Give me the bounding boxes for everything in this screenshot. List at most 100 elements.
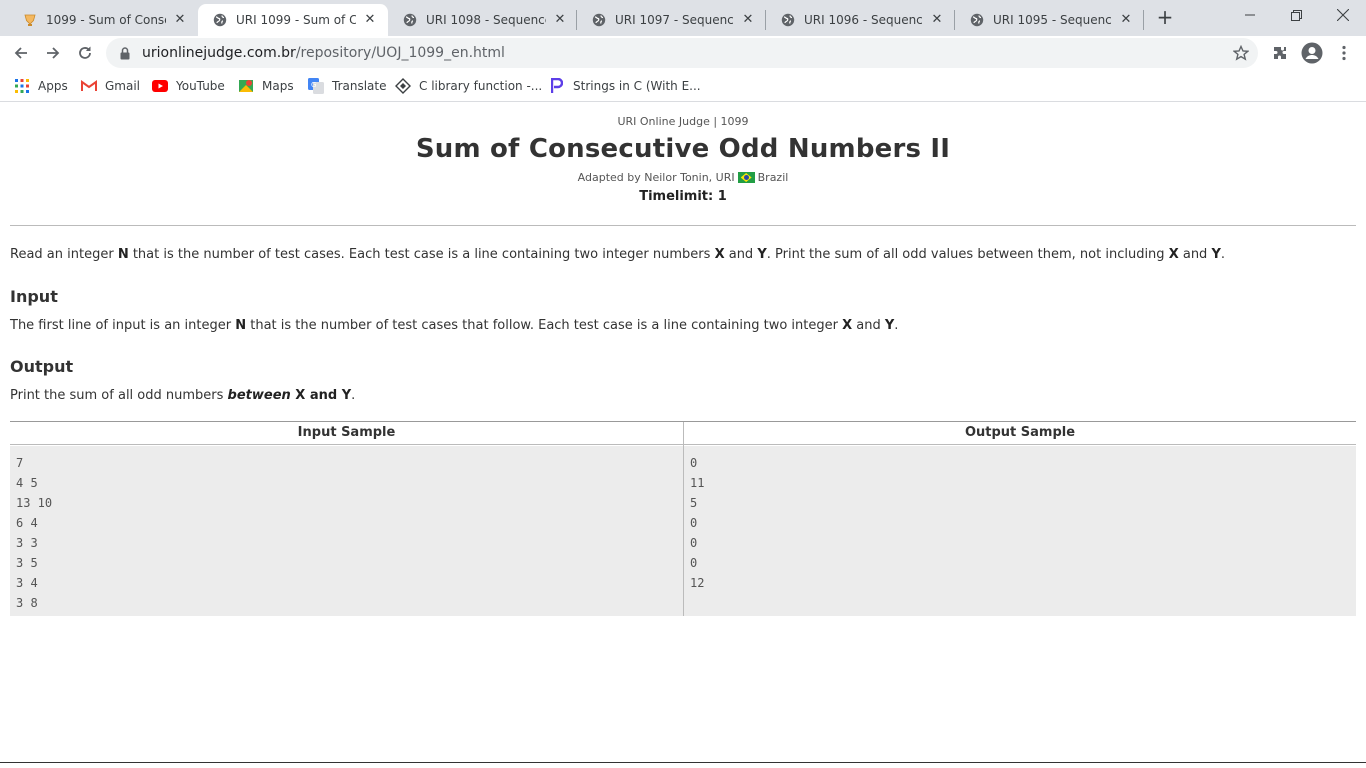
minimize-icon (1245, 14, 1255, 16)
bookmark-gmail[interactable]: Gmail (81, 76, 140, 96)
desc-text: . Print the sum of all odd values betwee… (766, 247, 1169, 262)
desc-text: and (1178, 247, 1212, 262)
input-var-n: N (235, 318, 247, 333)
bookmark-label: C library function -... (419, 79, 543, 93)
bookmark-strings-in-c[interactable]: Strings in C (With E... (549, 76, 701, 96)
bookmark-label: Maps (262, 79, 294, 93)
bookmark-star-icon[interactable] (1232, 44, 1250, 62)
output-text: Print the sum of all odd numbers (10, 388, 228, 403)
extensions-icon[interactable] (1267, 40, 1293, 66)
close-tab-icon[interactable]: ✕ (362, 12, 378, 28)
tab-title: URI 1099 - Sum of Cons (236, 13, 356, 27)
browser-toolbar: urionlinejudge.com.br/repository/UOJ_109… (0, 36, 1366, 70)
input-var-x: X (842, 318, 853, 333)
bookmark-maps[interactable]: Maps (238, 76, 294, 96)
close-window-button[interactable] (1320, 0, 1366, 30)
input-text: The first line of input is an integer (10, 318, 236, 333)
output-emphasis: between (227, 388, 291, 403)
bookmark-label: YouTube (176, 79, 225, 93)
tab-uri-1097[interactable]: URI 1097 - Sequence IJ ✕ (577, 4, 766, 36)
lock-icon (118, 46, 132, 60)
restore-icon (1290, 9, 1302, 21)
bookmark-apps[interactable]: Apps (14, 76, 68, 96)
programiz-icon (549, 78, 565, 94)
forward-button[interactable] (40, 40, 66, 66)
page-title: Sum of Consecutive Odd Numbers II (415, 134, 951, 164)
tab-uri-1096[interactable]: URI 1096 - Sequence IJ ✕ (766, 4, 955, 36)
new-tab-button[interactable]: + (1153, 6, 1177, 30)
profile-avatar-icon[interactable] (1299, 40, 1325, 66)
bookmark-c-library[interactable]: C library function -... (395, 76, 542, 96)
adapted-text: Adapted by Neilor Tonin, URI (577, 171, 735, 184)
desc-text: . (1220, 247, 1226, 262)
close-tab-icon[interactable]: ✕ (1118, 12, 1134, 28)
back-button[interactable] (8, 40, 34, 66)
output-var-x: X (290, 388, 306, 403)
tab-strip: 1099 - Sum of Consecu ✕ URI 1099 - Sum o… (0, 0, 1366, 36)
reload-button[interactable] (72, 40, 98, 66)
trophy-icon (22, 12, 38, 28)
output-sample-content: 0 11 5 0 0 0 12 (690, 456, 705, 590)
globe-icon (402, 12, 418, 28)
globe-icon (591, 12, 607, 28)
input-text: and (852, 318, 885, 333)
desc-var-x: X (714, 247, 725, 262)
output-heading: Output (10, 357, 74, 376)
output-text: . (351, 388, 356, 403)
input-text: . (894, 318, 899, 333)
adapted-country: Brazil (757, 171, 789, 184)
desc-var-y: Y (1211, 247, 1221, 262)
desc-text: that is the number of test cases. Each t… (128, 247, 715, 262)
minimize-button[interactable] (1227, 0, 1273, 30)
input-sample-content: 7 4 5 13 10 6 4 3 3 3 5 3 4 3 8 (16, 456, 53, 610)
adapted-by: Adapted by Neilor Tonin, URI Brazil (0, 171, 1366, 184)
bookmark-translate[interactable]: G Translate (308, 76, 387, 96)
maps-icon (238, 78, 254, 94)
forward-arrow-icon (47, 47, 60, 59)
menu-kebab-icon[interactable] (1331, 40, 1357, 66)
desc-var-x: X (1168, 247, 1179, 262)
reload-icon (79, 46, 91, 59)
apps-grid-icon (14, 78, 30, 94)
url-path: /repository/UOJ_1099_en.html (295, 45, 505, 61)
tab-title: URI 1095 - Sequence IJ (993, 13, 1112, 27)
close-tab-icon[interactable]: ✕ (552, 12, 568, 28)
tab-title: 1099 - Sum of Consecu (46, 13, 166, 27)
divider (10, 225, 1356, 226)
sample-table: Input Sample Output Sample 7 4 5 13 10 6… (10, 421, 1356, 616)
tab-separator (1143, 10, 1144, 30)
taskbar-edge (0, 762, 1366, 768)
close-tab-icon[interactable]: ✕ (740, 12, 756, 28)
address-bar[interactable]: urionlinejudge.com.br/repository/UOJ_109… (106, 38, 1258, 68)
tab-title: URI 1096 - Sequence IJ (804, 13, 923, 27)
desc-text: and (724, 247, 758, 262)
globe-icon (212, 12, 228, 28)
input-var-y: Y (884, 318, 895, 333)
tab-uri-1095[interactable]: URI 1095 - Sequence IJ ✕ (955, 4, 1144, 36)
restore-button[interactable] (1273, 0, 1319, 30)
close-tab-icon[interactable]: ✕ (929, 12, 945, 28)
bookmark-youtube[interactable]: YouTube (152, 76, 225, 96)
output-var-y: Y (341, 388, 352, 403)
output-sample-header: Output Sample (964, 425, 1076, 440)
desc-text: Read an integer (10, 247, 118, 262)
close-tab-icon[interactable]: ✕ (172, 12, 188, 28)
tab-uri-1099[interactable]: URI 1099 - Sum of Cons ✕ (198, 4, 388, 36)
url-domain: urionlinejudge.com.br (142, 45, 296, 61)
column-divider (683, 422, 684, 616)
svg-text:G: G (311, 81, 316, 89)
desc-var-y: Y (757, 247, 767, 262)
tab-uri-1098[interactable]: URI 1098 - Sequence IJ ✕ (388, 4, 578, 36)
problem-description: Read an integer N that is the number of … (10, 247, 1356, 262)
output-description: Print the sum of all odd numbers between… (10, 388, 355, 403)
tab-title: URI 1098 - Sequence IJ (426, 13, 546, 27)
bookmark-label: Gmail (105, 79, 141, 93)
url-text: urionlinejudge.com.br/repository/UOJ_109… (142, 45, 505, 61)
bookmark-label: Translate (332, 79, 387, 93)
timelimit: Timelimit: 1 (639, 189, 727, 204)
judge-line: URI Online Judge | 1099 (617, 115, 749, 128)
tab-1099-sum[interactable]: 1099 - Sum of Consecu ✕ (8, 4, 198, 36)
input-text: that is the number of test cases that fo… (246, 318, 843, 333)
input-heading: Input (10, 287, 58, 306)
desc-var-n: N (117, 247, 129, 262)
